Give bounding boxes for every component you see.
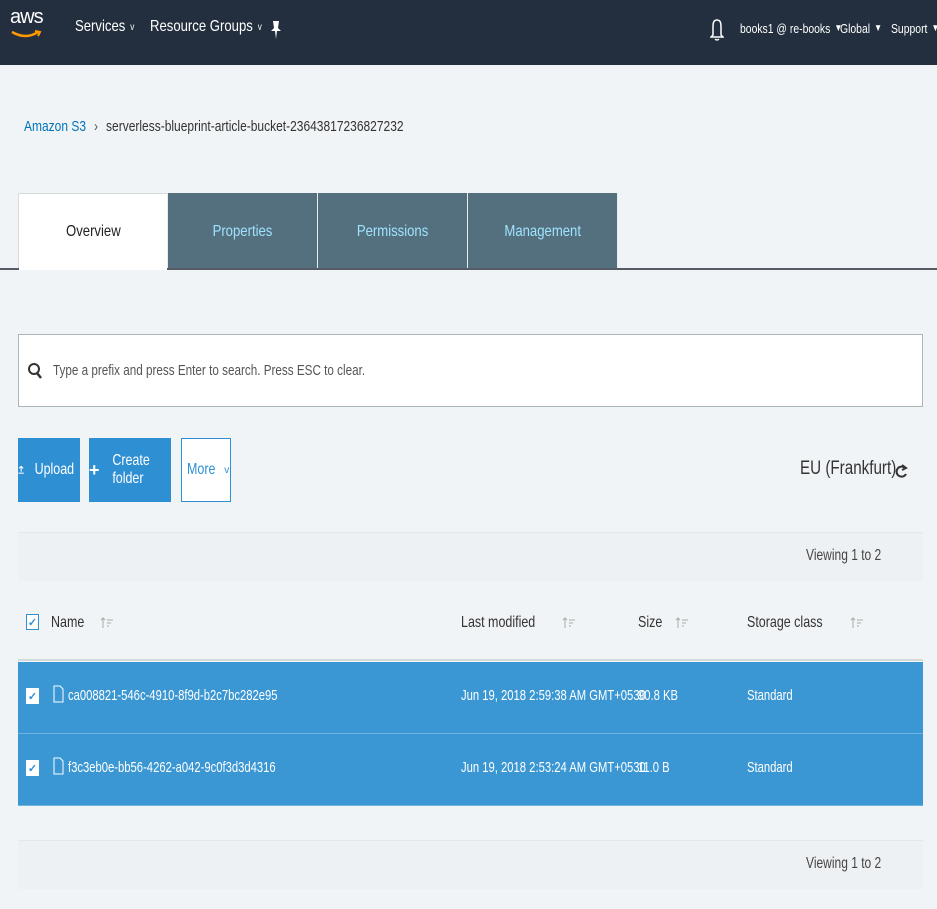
services-label: Services xyxy=(75,18,126,35)
row-checkbox[interactable]: ✓ xyxy=(26,760,39,776)
upload-label: Upload xyxy=(34,461,75,478)
table-header: ✓ Name Last modified Size Storage class xyxy=(18,588,923,661)
checkmark-icon: ✓ xyxy=(27,616,38,629)
search-box xyxy=(18,334,923,407)
account-label: books1 @ re-books xyxy=(740,21,831,36)
sort-icon[interactable] xyxy=(675,616,689,630)
column-header-name[interactable]: Name xyxy=(51,614,114,632)
chevron-down-icon: v xyxy=(130,21,135,33)
column-name-label: Name xyxy=(51,614,85,631)
tab-management-label: Management xyxy=(504,222,581,240)
breadcrumb: Amazon S3 › serverless-blueprint-article… xyxy=(24,118,404,135)
table-row[interactable]: ✓ ca008821-546c-4910-8f9d-b2c7bc282e95 J… xyxy=(18,662,923,734)
chevron-down-icon: v xyxy=(224,464,230,476)
sort-icon[interactable] xyxy=(562,616,576,630)
file-icon xyxy=(53,685,64,703)
support-label: Support xyxy=(891,21,928,36)
more-dropdown-button[interactable]: More v xyxy=(181,438,231,502)
object-size: 90.8 KB xyxy=(638,687,679,704)
region-menu-label: Global xyxy=(840,21,871,36)
breadcrumb-bucket-name: serverless-blueprint-article-bucket-2364… xyxy=(106,118,404,135)
caret-down-icon: ▼ xyxy=(931,23,937,34)
create-folder-button[interactable]: + Create folder xyxy=(89,438,171,502)
object-last-modified: Jun 19, 2018 2:59:38 AM GMT+0530 xyxy=(461,687,646,704)
sort-icon[interactable] xyxy=(850,616,864,630)
tab-management[interactable]: Management xyxy=(468,193,618,270)
column-storage-class-label: Storage class xyxy=(747,614,823,631)
column-header-storage-class[interactable]: Storage class xyxy=(747,614,864,632)
tab-permissions[interactable]: Permissions xyxy=(318,193,468,270)
upload-button[interactable]: Upload xyxy=(18,438,80,502)
top-navigation-bar: aws Services v Resource Groups v books1 … xyxy=(0,0,937,65)
viewing-count-bottom: Viewing 1 to 2 xyxy=(805,855,881,872)
bucket-region-label: EU (Frankfurt) xyxy=(800,458,897,479)
viewing-count-top: Viewing 1 to 2 xyxy=(805,547,881,564)
plus-icon: + xyxy=(89,459,100,480)
select-all-checkbox[interactable]: ✓ xyxy=(26,614,39,630)
create-folder-label: Create folder xyxy=(111,452,150,487)
column-last-modified-label: Last modified xyxy=(461,614,536,631)
table-row[interactable]: ✓ f3c3eb0e-bb56-4262-a042-9c0f3d3d4316 J… xyxy=(18,734,923,806)
tab-bar: Overview Properties Permissions Manageme… xyxy=(18,193,618,270)
viewing-bar-bottom: Viewing 1 to 2 xyxy=(18,840,923,889)
chevron-down-icon: v xyxy=(257,21,262,33)
upload-icon xyxy=(18,465,24,474)
object-name-link[interactable]: ca008821-546c-4910-8f9d-b2c7bc282e95 xyxy=(68,687,278,704)
column-size-label: Size xyxy=(638,614,663,631)
object-storage-class: Standard xyxy=(747,759,793,776)
caret-down-icon: ▼ xyxy=(874,23,882,34)
refresh-icon[interactable] xyxy=(893,462,909,482)
breadcrumb-amazon-s3[interactable]: Amazon S3 xyxy=(24,118,86,135)
object-storage-class: Standard xyxy=(747,687,793,704)
sort-icon[interactable] xyxy=(100,616,114,630)
aws-smile-icon xyxy=(11,30,42,38)
aws-logo[interactable]: aws xyxy=(10,6,44,54)
object-size: 11.0 B xyxy=(638,759,670,776)
active-tab-connector xyxy=(19,268,167,270)
checkmark-icon: ✓ xyxy=(27,762,38,775)
tab-properties[interactable]: Properties xyxy=(168,193,318,270)
pin-icon[interactable] xyxy=(270,20,282,43)
region-menu[interactable]: Global ▼ xyxy=(840,21,882,36)
resource-groups-label: Resource Groups xyxy=(150,18,253,35)
search-input[interactable] xyxy=(53,362,724,379)
more-label: More xyxy=(186,461,216,478)
checkmark-icon: ✓ xyxy=(27,690,38,703)
column-header-size[interactable]: Size xyxy=(638,614,689,632)
viewing-bar-top: Viewing 1 to 2 xyxy=(18,532,923,581)
breadcrumb-separator: › xyxy=(94,118,99,135)
account-menu[interactable]: books1 @ re-books ▼ xyxy=(740,21,842,36)
tab-overview[interactable]: Overview xyxy=(18,193,168,270)
aws-logo-text: aws xyxy=(10,6,44,28)
resource-groups-menu[interactable]: Resource Groups v xyxy=(150,18,262,36)
search-icon xyxy=(28,362,42,379)
tab-properties-label: Properties xyxy=(212,222,273,240)
row-checkbox[interactable]: ✓ xyxy=(26,688,39,704)
bell-icon[interactable] xyxy=(709,18,725,45)
tab-overview-label: Overview xyxy=(65,223,121,240)
object-last-modified: Jun 19, 2018 2:53:24 AM GMT+0530 xyxy=(461,759,646,776)
support-menu[interactable]: Support ▼ xyxy=(891,21,937,36)
tab-permissions-label: Permissions xyxy=(356,222,429,240)
object-name-link[interactable]: f3c3eb0e-bb56-4262-a042-9c0f3d3d4316 xyxy=(68,759,276,776)
column-header-last-modified[interactable]: Last modified xyxy=(461,614,576,632)
file-icon xyxy=(53,757,64,775)
services-menu[interactable]: Services v xyxy=(75,18,134,36)
